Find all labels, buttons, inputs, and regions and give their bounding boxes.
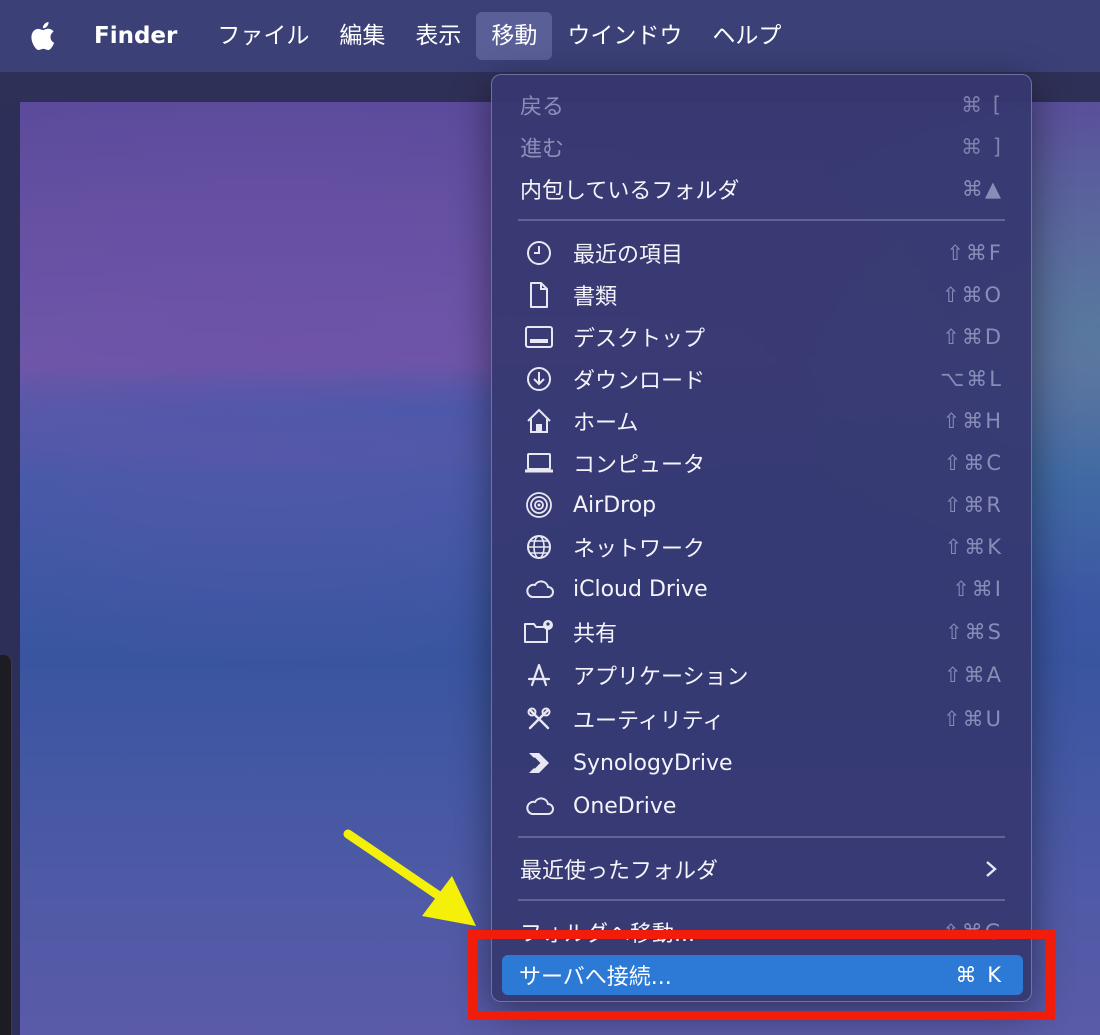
menu-item-recent-folders[interactable]: 最近使ったフォルダ xyxy=(500,849,1023,889)
menu-item-shortcut: ⇧⌘U xyxy=(943,707,1003,731)
synology-drive-icon xyxy=(522,746,556,780)
desktop-icon xyxy=(522,320,556,354)
menu-item-label: ユーティリティ xyxy=(573,709,725,734)
menu-item-home[interactable]: ホーム ⇧⌘H xyxy=(500,401,1023,441)
laptop-icon xyxy=(522,446,556,480)
menu-separator xyxy=(518,219,1005,221)
apple-logo-icon[interactable] xyxy=(28,20,56,52)
menu-item-airdrop[interactable]: AirDrop ⇧⌘R xyxy=(500,485,1023,525)
chevron-right-icon xyxy=(983,859,999,879)
menu-item-downloads[interactable]: ダウンロード ⌥⌘L xyxy=(500,359,1023,399)
shared-folder-icon xyxy=(522,615,556,649)
menu-item-shared[interactable]: 共有 ⇧⌘S xyxy=(500,612,1023,652)
menu-item-label: 最近使ったフォルダ xyxy=(520,859,719,884)
menu-item-synology-drive[interactable]: SynologyDrive xyxy=(500,743,1023,783)
menu-window[interactable]: ウインドウ xyxy=(552,12,697,60)
menu-item-enclosing-folder[interactable]: 内包しているフォルダ ⌘▲ xyxy=(500,169,1023,209)
menu-item-label: iCloud Drive xyxy=(573,576,708,602)
menu-item-desktop[interactable]: デスクトップ ⇧⌘D xyxy=(500,317,1023,357)
menu-item-network[interactable]: ネットワーク ⇧⌘K xyxy=(500,527,1023,567)
menu-item-shortcut: ⌘▲ xyxy=(961,177,1003,201)
menu-go[interactable]: 移動 xyxy=(476,12,553,60)
menu-item-label: ネットワーク xyxy=(573,537,706,562)
cloud-icon xyxy=(522,789,556,823)
menu-item-recents[interactable]: 最近の項目 ⇧⌘F xyxy=(500,233,1023,273)
utilities-icon xyxy=(522,702,556,736)
menu-item-shortcut: ⇧⌘D xyxy=(942,325,1003,349)
menu-item-applications[interactable]: アプリケーション ⇧⌘A xyxy=(500,655,1023,695)
menu-item-shortcut: ⇧⌘H xyxy=(942,409,1003,433)
menu-item-label: SynologyDrive xyxy=(573,750,733,776)
menu-item-label: 書類 xyxy=(573,285,618,310)
globe-icon xyxy=(522,530,556,564)
document-icon xyxy=(522,278,556,312)
menu-separator xyxy=(518,836,1005,838)
menu-item-shortcut: ⇧⌘I xyxy=(952,577,1003,601)
menu-item-shortcut: ⌘ [ xyxy=(961,93,1003,117)
menu-item-label: ホーム xyxy=(573,411,639,436)
menu-item-shortcut: ⇧⌘S xyxy=(945,620,1003,644)
annotation-arrow-icon xyxy=(330,820,500,940)
menu-item-shortcut: ⇧⌘O xyxy=(941,283,1003,307)
menu-item-shortcut: ⇧⌘A xyxy=(944,663,1003,687)
menu-item-label: アプリケーション xyxy=(573,665,749,690)
menu-item-shortcut: ⌥⌘L xyxy=(940,367,1003,391)
menu-item-shortcut: ⇧⌘K xyxy=(944,535,1003,559)
menu-bar: Finder ファイル 編集 表示 移動 ウインドウ ヘルプ xyxy=(0,0,1100,72)
menu-file[interactable]: ファイル xyxy=(202,12,324,60)
menu-finder[interactable]: Finder xyxy=(94,12,192,60)
menu-item-shortcut: ⇧⌘R xyxy=(943,493,1003,517)
menu-item-forward[interactable]: 進む ⌘ ] xyxy=(500,127,1023,167)
cloud-icon xyxy=(522,572,556,606)
clock-icon xyxy=(522,236,556,270)
home-icon xyxy=(522,404,556,438)
menu-item-label: 共有 xyxy=(573,622,618,647)
menu-item-onedrive[interactable]: OneDrive xyxy=(500,786,1023,826)
menu-separator xyxy=(518,899,1005,901)
download-icon xyxy=(522,362,556,396)
menu-item-computer[interactable]: コンピュータ ⇧⌘C xyxy=(500,443,1023,483)
menu-item-shortcut: ⌘ ] xyxy=(961,135,1003,159)
menu-item-shortcut: ⇧⌘F xyxy=(946,241,1003,265)
applications-icon xyxy=(522,658,556,692)
menu-edit[interactable]: 編集 xyxy=(324,12,400,60)
menu-item-shortcut: ⇧⌘C xyxy=(943,451,1003,475)
menu-item-utilities[interactable]: ユーティリティ ⇧⌘U xyxy=(500,699,1023,739)
menu-item-label: ダウンロード xyxy=(573,369,706,394)
menu-item-label: 最近の項目 xyxy=(573,243,684,268)
background-window-edge xyxy=(0,655,12,1035)
menu-item-icloud-drive[interactable]: iCloud Drive ⇧⌘I xyxy=(500,569,1023,609)
annotation-highlight-box xyxy=(468,930,1055,1020)
menu-help[interactable]: ヘルプ xyxy=(697,12,796,60)
menu-item-label: デスクトップ xyxy=(573,327,706,352)
menu-view[interactable]: 表示 xyxy=(400,12,476,60)
menu-item-label: 戻る xyxy=(520,95,565,120)
menu-item-label: AirDrop xyxy=(573,492,657,518)
menu-item-label: OneDrive xyxy=(573,793,677,819)
menu-item-label: 進む xyxy=(520,137,565,162)
go-menu-dropdown: 戻る ⌘ [ 進む ⌘ ] 内包しているフォルダ ⌘▲ 最近の項目 ⇧⌘F 書類… xyxy=(491,74,1032,1002)
menu-item-documents[interactable]: 書類 ⇧⌘O xyxy=(500,275,1023,315)
menu-item-label: コンピュータ xyxy=(573,453,706,478)
menu-item-back[interactable]: 戻る ⌘ [ xyxy=(500,85,1023,125)
menu-item-label: 内包しているフォルダ xyxy=(520,179,740,204)
airdrop-icon xyxy=(522,488,556,522)
